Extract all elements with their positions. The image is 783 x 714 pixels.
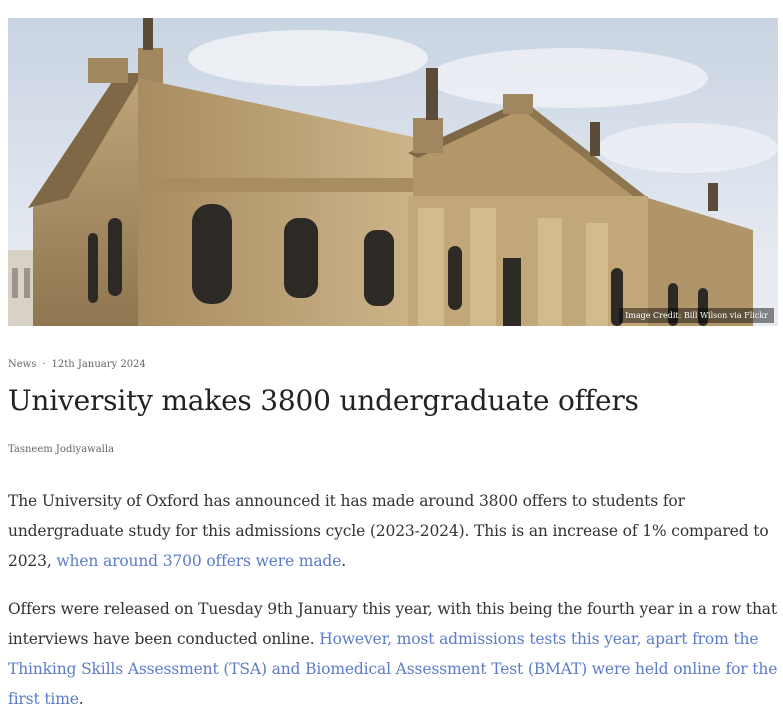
building-photo [8,18,778,326]
meta-separator: · [42,359,46,370]
article-paragraph-2: Offers were released on Tuesday 9th Janu… [8,594,778,714]
article-paragraph-1: The University of Oxford has announced i… [8,486,778,576]
image-credit: Image Credit: Bill Wilson via Flickr [619,308,774,323]
publish-date: 12th January 2024 [51,359,146,370]
hero-image: Image Credit: Bill Wilson via Flickr [8,18,778,326]
offers-2023-link[interactable]: when around 3700 offers were made [56,552,341,570]
article-meta: News · 12th January 2024 [8,359,146,370]
paragraph-end: . [341,552,346,570]
category-label[interactable]: News [8,359,36,370]
paragraph-end: . [78,690,84,708]
article-title: University makes 3800 undergraduate offe… [8,384,639,417]
author-name[interactable]: Tasneem Jodiyawalla [8,444,114,455]
